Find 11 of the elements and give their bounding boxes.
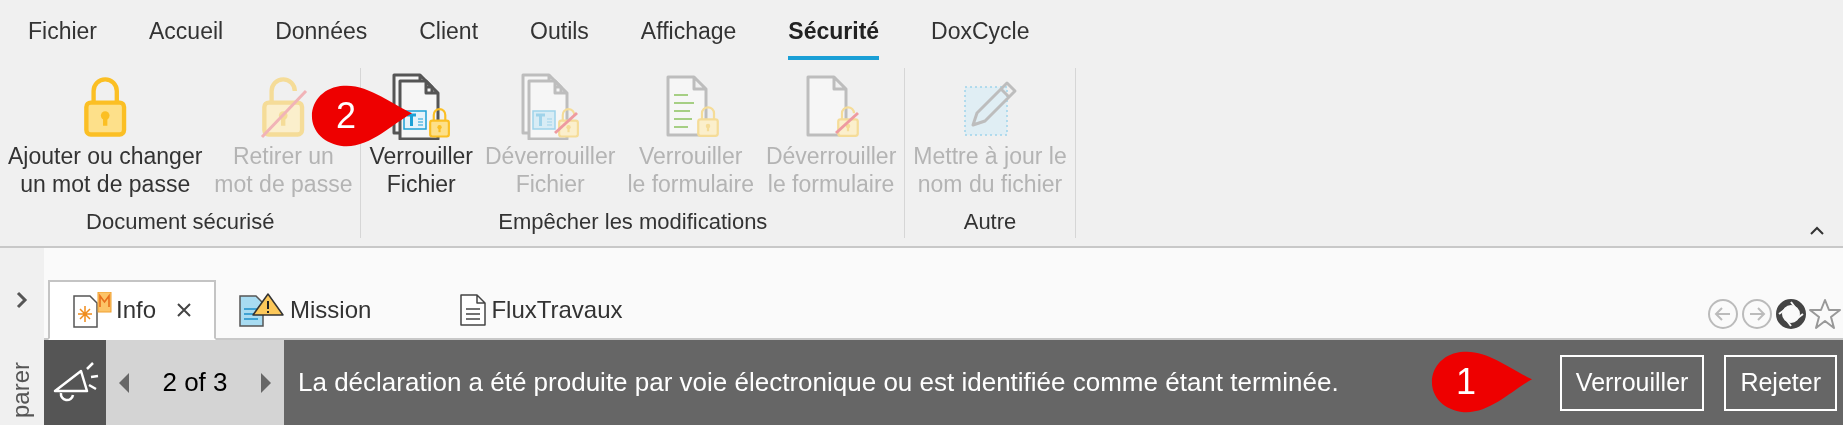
callout-tooltip: 2 (310, 84, 414, 148)
tab-label: Info (116, 295, 157, 325)
page-counter: 2 of 3 (162, 366, 228, 399)
notification-message: La déclaration a été produite par voie électronique ou est identifiée comme étant terminée. (298, 366, 1339, 399)
tab-label: Mission (290, 295, 372, 325)
side-panel-label: parer (6, 361, 35, 418)
group-label: Empêcher les modifications (498, 208, 768, 236)
group-label: Autre (963, 208, 1017, 236)
group-label: Document sécurisé (86, 208, 275, 236)
callout-tooltip: 1 (1430, 350, 1534, 414)
tab-label: FluxTravaux (491, 295, 623, 325)
